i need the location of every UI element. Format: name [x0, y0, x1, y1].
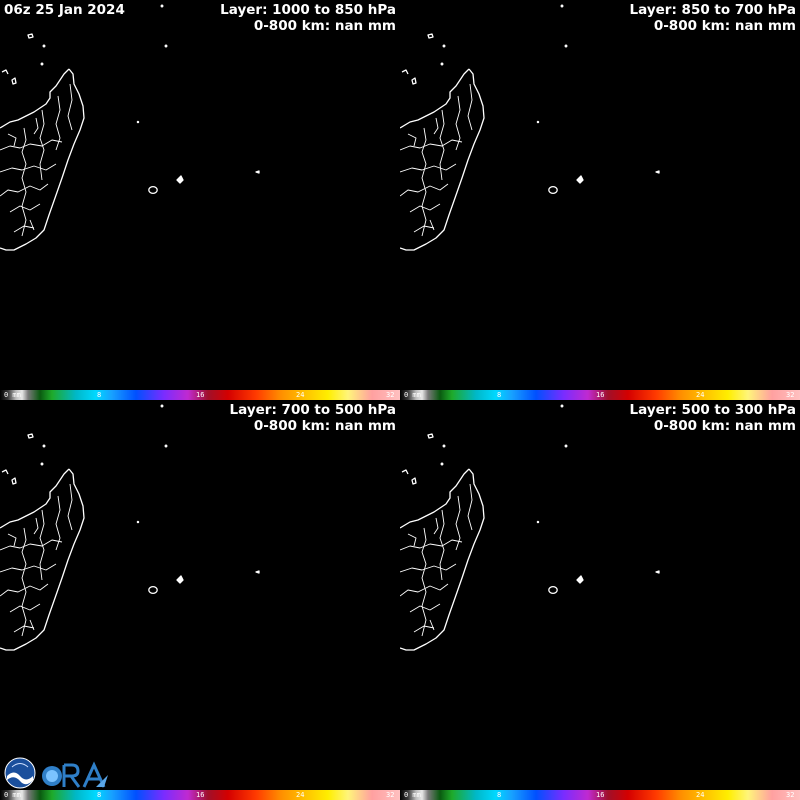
colorbar: 0 mm 8 16 24 32 [400, 790, 800, 800]
colorbar-tick: 16 [596, 391, 605, 399]
colorbar-tick: 0 mm [4, 391, 21, 399]
colorbar-tick: 24 [296, 391, 305, 399]
colorbar-tick: 32 [786, 791, 795, 799]
noaa-logo [4, 757, 36, 789]
stat-label: 0-800 km: nan mm [653, 418, 796, 434]
colorbar-tick: 24 [696, 791, 705, 799]
stat-label: 0-800 km: nan mm [253, 418, 396, 434]
colorbar-tick: 32 [786, 391, 795, 399]
panel-header: Layer: 700 to 500 hPa 0-800 km: nan mm [96, 402, 396, 436]
colorbar-tick: 16 [596, 791, 605, 799]
colorbar-tick: 24 [696, 391, 705, 399]
stat-label: 0-800 km: nan mm [653, 18, 796, 34]
colorbar-tick: 8 [97, 391, 102, 399]
colorbar-tick: 0 mm [404, 791, 421, 799]
colorbar-tick: 32 [386, 791, 395, 799]
coastline-map [400, 404, 660, 651]
colorbar-tick: 8 [497, 391, 502, 399]
coastline-map [400, 4, 660, 251]
colorbar: 0 mm 8 16 24 32 [400, 390, 800, 400]
colorbar-tick: 0 mm [4, 791, 21, 799]
coastline-map [0, 4, 260, 251]
colorbar-tick: 0 mm [404, 391, 421, 399]
colorbar: 0 mm 8 16 24 32 [0, 790, 400, 800]
panel-header: Layer: 850 to 700 hPa 0-800 km: nan mm [496, 2, 796, 36]
coastline-map [0, 404, 260, 651]
layer-label: Layer: 700 to 500 hPa [229, 402, 396, 418]
panel-1000-850: 06z 25 Jan 2024 Layer: 1000 to 850 hPa 0… [0, 0, 400, 400]
colorbar-tick: 16 [196, 791, 205, 799]
colorbar-tick: 8 [97, 791, 102, 799]
panel-850-700: Layer: 850 to 700 hPa 0-800 km: nan mm [400, 0, 800, 400]
layer-label: Layer: 1000 to 850 hPa [220, 2, 396, 18]
panel-500-300: Layer: 500 to 300 hPa 0-800 km: nan mm [400, 400, 800, 800]
layer-label: Layer: 850 to 700 hPa [629, 2, 796, 18]
cira-logo [42, 761, 108, 788]
stat-label: 0-800 km: nan mm [253, 18, 396, 34]
colorbar-tick: 16 [196, 391, 205, 399]
colorbar-tick: 24 [296, 791, 305, 799]
panel-700-500: Layer: 700 to 500 hPa 0-800 km: nan mm [0, 400, 400, 800]
panel-header: Layer: 500 to 300 hPa 0-800 km: nan mm [496, 402, 796, 436]
colorbar-tick: 8 [497, 791, 502, 799]
colorbar: 0 mm 8 16 24 32 [0, 390, 400, 400]
layer-label: Layer: 500 to 300 hPa [629, 402, 796, 418]
panel-header: Layer: 1000 to 850 hPa 0-800 km: nan mm [96, 2, 396, 36]
colorbar-tick: 32 [386, 391, 395, 399]
agency-logos [4, 757, 108, 789]
